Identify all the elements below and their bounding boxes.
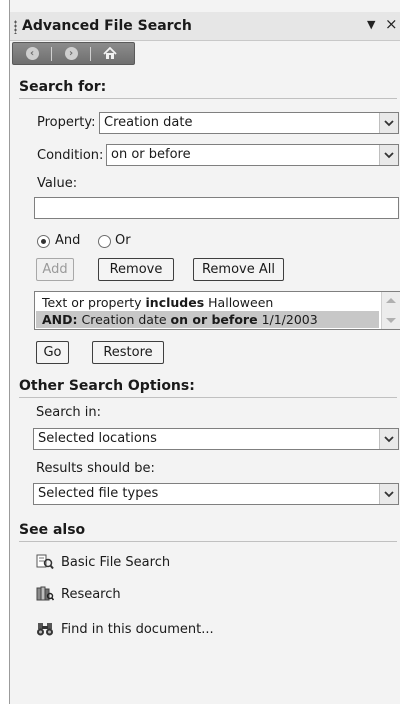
add-button[interactable]: Add — [36, 258, 74, 281]
property-dropdown[interactable]: Creation date — [99, 112, 399, 134]
restore-button[interactable]: Restore — [92, 341, 164, 364]
other-options-heading: Other Search Options: — [19, 378, 195, 394]
drag-grip-icon[interactable] — [14, 20, 17, 34]
divider — [19, 397, 397, 398]
home-button[interactable] — [91, 43, 129, 64]
scroll-up-icon[interactable] — [386, 298, 396, 303]
value-input[interactable] — [34, 197, 399, 219]
find-in-document-link[interactable]: Find in this document... — [36, 621, 214, 637]
forward-button[interactable]: › — [52, 43, 90, 64]
pane-title: Advanced File Search — [22, 18, 192, 34]
task-pane: Advanced File Search ▼ × ‹ › Search for:… — [9, 0, 400, 704]
remove-button[interactable]: Remove — [98, 258, 174, 281]
radio-or[interactable] — [98, 235, 111, 248]
forward-arrow-icon: › — [64, 47, 78, 60]
research-icon — [36, 586, 54, 601]
chevron-down-icon[interactable] — [379, 429, 398, 449]
remove-all-button[interactable]: Remove All — [193, 258, 284, 281]
search-for-heading: Search for: — [19, 79, 107, 95]
link-label: Basic File Search — [61, 554, 171, 570]
scroll-down-icon[interactable] — [386, 318, 396, 323]
search-in-dropdown[interactable]: Selected locations — [33, 428, 399, 450]
see-also-heading: See also — [19, 522, 86, 538]
results-label: Results should be: — [36, 461, 155, 476]
search-in-label: Search in: — [36, 405, 102, 420]
value-label: Value: — [37, 176, 78, 191]
task-pane-titlebar: Advanced File Search ▼ × — [10, 12, 400, 41]
binoculars-icon — [37, 623, 53, 636]
radio-and-label: And — [55, 233, 81, 248]
navigation-toolbar: ‹ › — [12, 42, 135, 65]
basic-search-icon — [36, 554, 54, 570]
back-button[interactable]: ‹ — [13, 43, 51, 64]
criteria-list[interactable]: Text or property includes Halloween AND:… — [34, 291, 400, 330]
property-value: Creation date — [104, 115, 193, 130]
list-item-selected[interactable]: AND: Creation date on or before 1/1/2003 — [36, 311, 379, 328]
property-label: Property: — [37, 115, 96, 130]
chevron-down-icon[interactable] — [379, 484, 398, 504]
basic-file-search-link[interactable]: Basic File Search — [36, 554, 170, 570]
radio-or-label: Or — [115, 233, 131, 248]
go-button[interactable]: Go — [36, 341, 69, 364]
list-item[interactable]: Text or property includes Halloween — [36, 294, 379, 311]
divider — [19, 98, 397, 99]
condition-value: on or before — [111, 147, 191, 162]
research-link[interactable]: Research — [36, 586, 121, 602]
results-dropdown[interactable]: Selected file types — [33, 483, 399, 505]
search-in-value: Selected locations — [38, 431, 157, 446]
criteria-scrollbar[interactable] — [381, 292, 400, 329]
results-value: Selected file types — [38, 486, 159, 501]
divider — [19, 541, 397, 542]
link-label: Research — [61, 586, 121, 602]
condition-label: Condition: — [37, 148, 104, 163]
radio-and[interactable] — [37, 235, 50, 248]
pane-menu-dropdown-icon[interactable]: ▼ — [367, 18, 375, 31]
condition-dropdown[interactable]: on or before — [106, 144, 399, 166]
close-icon[interactable]: × — [385, 15, 398, 33]
back-arrow-icon: ‹ — [25, 47, 39, 60]
chevron-down-icon[interactable] — [379, 113, 398, 133]
link-label: Find in this document... — [61, 621, 214, 637]
home-icon — [103, 47, 117, 59]
chevron-down-icon[interactable] — [379, 145, 398, 165]
